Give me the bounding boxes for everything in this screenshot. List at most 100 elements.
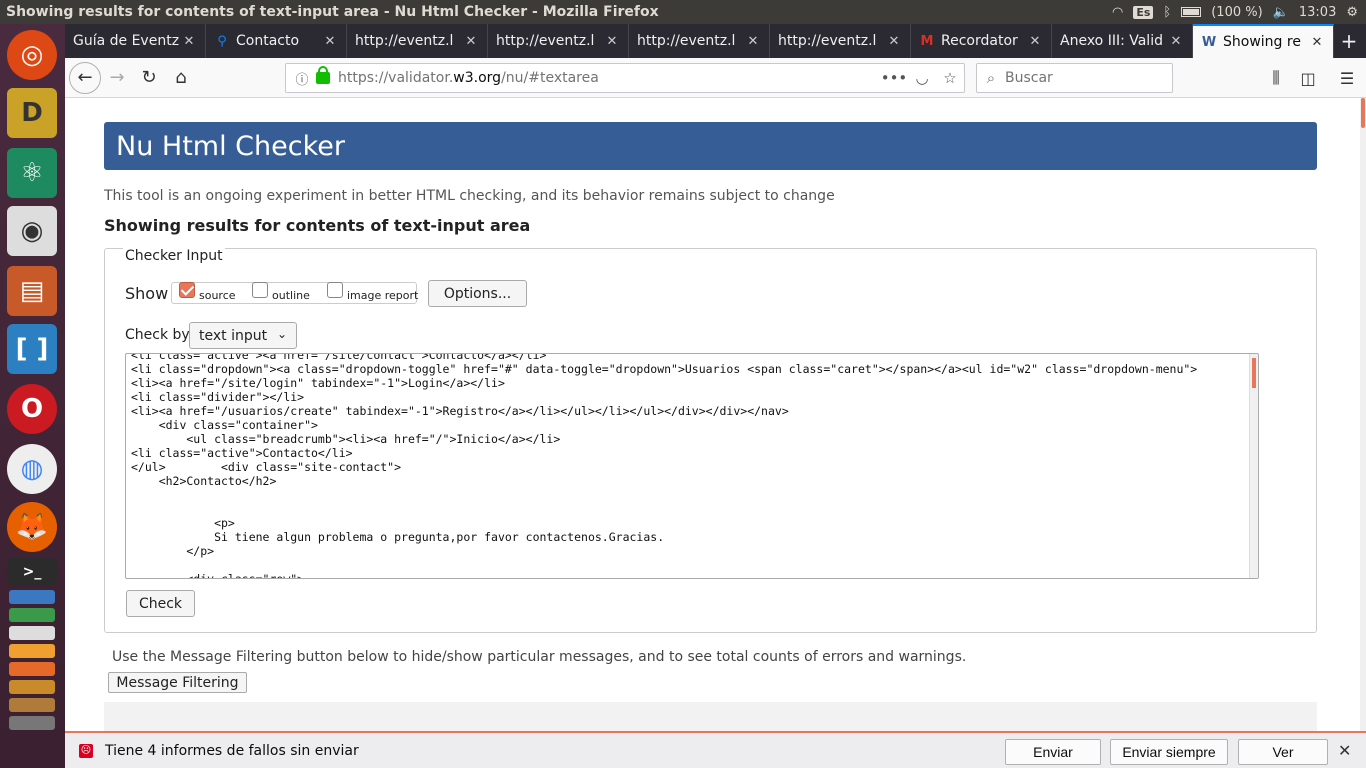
results-heading: Showing results for contents of text-inp… xyxy=(104,216,531,235)
tab-close-icon[interactable]: ✕ xyxy=(1027,34,1043,49)
hamburger-menu-icon[interactable]: ☰ xyxy=(1331,62,1363,94)
tab-eventz-2[interactable]: http://eventz.l ✕ xyxy=(488,24,629,58)
page-actions-icon[interactable]: ••• xyxy=(880,69,908,87)
lock-icon[interactable] xyxy=(316,66,330,84)
check-button[interactable]: Check xyxy=(126,590,195,617)
check-by-value: text input xyxy=(199,327,268,344)
options-button[interactable]: Options... xyxy=(428,280,527,307)
gmail-icon: M xyxy=(920,33,934,49)
tab-eventz-4[interactable]: http://eventz.l ✕ xyxy=(770,24,911,58)
tab-contacto[interactable]: ⚲ Contacto ✕ xyxy=(206,24,347,58)
tagline: This tool is an ongoing experiment in be… xyxy=(104,188,835,204)
send-button[interactable]: Enviar xyxy=(1005,739,1101,765)
app-icon-stack-3[interactable] xyxy=(9,698,55,712)
tab-label: http://eventz.l xyxy=(355,33,454,49)
clock[interactable]: 13:03 xyxy=(1299,5,1336,20)
firefox-browser-icon[interactable]: 🦊 xyxy=(7,502,57,552)
tab-eventz-3[interactable]: http://eventz.l ✕ xyxy=(629,24,770,58)
tab-anexo-iii[interactable]: Anexo III: Valid ✕ xyxy=(1052,24,1193,58)
page-scroll-thumb[interactable] xyxy=(1361,98,1365,128)
crash-warning-icon: ☹ xyxy=(79,743,93,758)
search-box[interactable]: ⌕ Buscar xyxy=(976,63,1173,93)
top-panel: Showing results for contents of text-inp… xyxy=(0,0,1366,24)
outline-checkbox[interactable] xyxy=(252,282,268,298)
close-notification-icon[interactable]: ✕ xyxy=(1338,741,1351,760)
pocket-icon[interactable]: ◡ xyxy=(908,69,936,87)
tab-close-icon[interactable]: ✕ xyxy=(1309,35,1325,50)
view-button[interactable]: Ver xyxy=(1238,739,1328,765)
library-icon[interactable]: ⫼ xyxy=(1260,62,1292,94)
search-placeholder: Buscar xyxy=(1005,70,1053,86)
source-textarea[interactable]: <li class="active"><a href="/site/contac… xyxy=(125,353,1259,579)
keyboard-layout-indicator[interactable]: Es xyxy=(1133,5,1154,19)
check-by-label: Check by xyxy=(125,327,190,343)
terminal-icon[interactable]: >_ xyxy=(7,558,57,586)
home-icon[interactable]: ⌂ xyxy=(165,62,197,94)
check-by-select[interactable]: text input ⌄ xyxy=(189,322,297,349)
tab-guia-eventz[interactable]: Guía de Eventz ✕ xyxy=(65,24,206,58)
chrome-browser-icon[interactable]: ◍ xyxy=(7,444,57,494)
tab-label: Recordator xyxy=(941,33,1018,49)
message-filtering-hint: Use the Message Filtering button below t… xyxy=(112,649,967,665)
new-tab-button[interactable]: + xyxy=(1334,24,1364,58)
web-page: Nu Html Checker This tool is an ongoing … xyxy=(65,98,1360,731)
chevron-down-icon: ⌄ xyxy=(276,327,287,341)
tab-close-icon[interactable]: ✕ xyxy=(1168,34,1184,49)
tab-label: http://eventz.l xyxy=(637,33,736,49)
address-bar[interactable]: ⓘ https://validator.w3.org/nu/#textarea … xyxy=(285,63,965,93)
battery-icon[interactable] xyxy=(1181,7,1202,17)
tab-recordator[interactable]: M Recordator ✕ xyxy=(911,24,1052,58)
forward-arrow-icon[interactable]: → xyxy=(101,62,133,94)
reload-icon[interactable]: ↻ xyxy=(133,62,165,94)
source-checkbox[interactable] xyxy=(179,282,195,298)
bluetooth-icon[interactable]: ᛒ xyxy=(1163,5,1171,20)
tab-showing-results[interactable]: W Showing re ✕ xyxy=(1193,24,1334,58)
eclipse-ide-icon[interactable]: D xyxy=(7,88,57,138)
libreoffice-calc-icon[interactable] xyxy=(9,608,55,622)
outline-label[interactable]: outline xyxy=(272,289,310,302)
w3c-icon: W xyxy=(1201,34,1217,50)
tab-eventz-1[interactable]: http://eventz.l ✕ xyxy=(347,24,488,58)
url-text[interactable]: https://validator.w3.org/nu/#textarea xyxy=(338,70,880,86)
power-gear-icon[interactable]: ⚙ xyxy=(1346,5,1358,20)
file-manager-icon[interactable]: ▤ xyxy=(7,266,57,316)
source-label[interactable]: source xyxy=(199,289,236,302)
send-always-button[interactable]: Enviar siempre xyxy=(1110,739,1228,765)
app-icon-stack-2[interactable] xyxy=(9,680,55,694)
image-report-checkbox[interactable] xyxy=(327,282,343,298)
tab-close-icon[interactable]: ✕ xyxy=(604,34,620,49)
tab-label: http://eventz.l xyxy=(778,33,877,49)
show-label: Show xyxy=(125,284,169,303)
opera-browser-icon[interactable]: O xyxy=(7,384,57,434)
libreoffice-writer-icon[interactable] xyxy=(9,590,55,604)
image-report-label[interactable]: image report xyxy=(347,289,418,302)
tab-close-icon[interactable]: ✕ xyxy=(745,34,761,49)
page-scrollbar[interactable] xyxy=(1360,98,1366,731)
tab-close-icon[interactable]: ✕ xyxy=(322,34,338,49)
wifi-icon[interactable]: ◠ xyxy=(1112,5,1123,20)
bookmark-star-icon[interactable]: ☆ xyxy=(936,69,964,87)
volume-icon[interactable]: 🔈 xyxy=(1273,5,1289,20)
message-filtering-button[interactable]: Message Filtering xyxy=(108,672,247,693)
textarea-scrollbar[interactable] xyxy=(1249,354,1258,578)
tab-close-icon[interactable]: ✕ xyxy=(181,34,197,49)
tab-close-icon[interactable]: ✕ xyxy=(886,34,902,49)
navigation-toolbar: ← → ↻ ⌂ ⓘ https://validator.w3.org/nu/#t… xyxy=(65,58,1366,98)
atom-editor-icon[interactable]: ⚛ xyxy=(7,148,57,198)
software-center-icon[interactable] xyxy=(9,626,55,640)
tab-close-icon[interactable]: ✕ xyxy=(463,34,479,49)
camera-app-icon[interactable]: ◉ xyxy=(7,206,57,256)
tab-label: Guía de Eventz xyxy=(73,33,180,49)
app-icon-stack-1[interactable] xyxy=(9,662,55,676)
sidebar-icon[interactable]: ◫ xyxy=(1292,62,1324,94)
textarea-scroll-thumb[interactable] xyxy=(1252,358,1256,388)
trash-icon[interactable] xyxy=(9,716,55,730)
search-icon: ⌕ xyxy=(986,69,996,87)
info-icon[interactable]: ⓘ xyxy=(292,69,312,88)
results-area xyxy=(104,702,1317,731)
amazon-icon[interactable] xyxy=(9,644,55,658)
source-code[interactable]: <li class="active"><a href="/site/contac… xyxy=(126,354,1258,578)
brackets-editor-icon[interactable]: [ ] xyxy=(7,324,57,374)
ubuntu-dash-icon[interactable]: ◎ xyxy=(7,30,57,80)
back-arrow-icon[interactable]: ← xyxy=(69,61,101,94)
